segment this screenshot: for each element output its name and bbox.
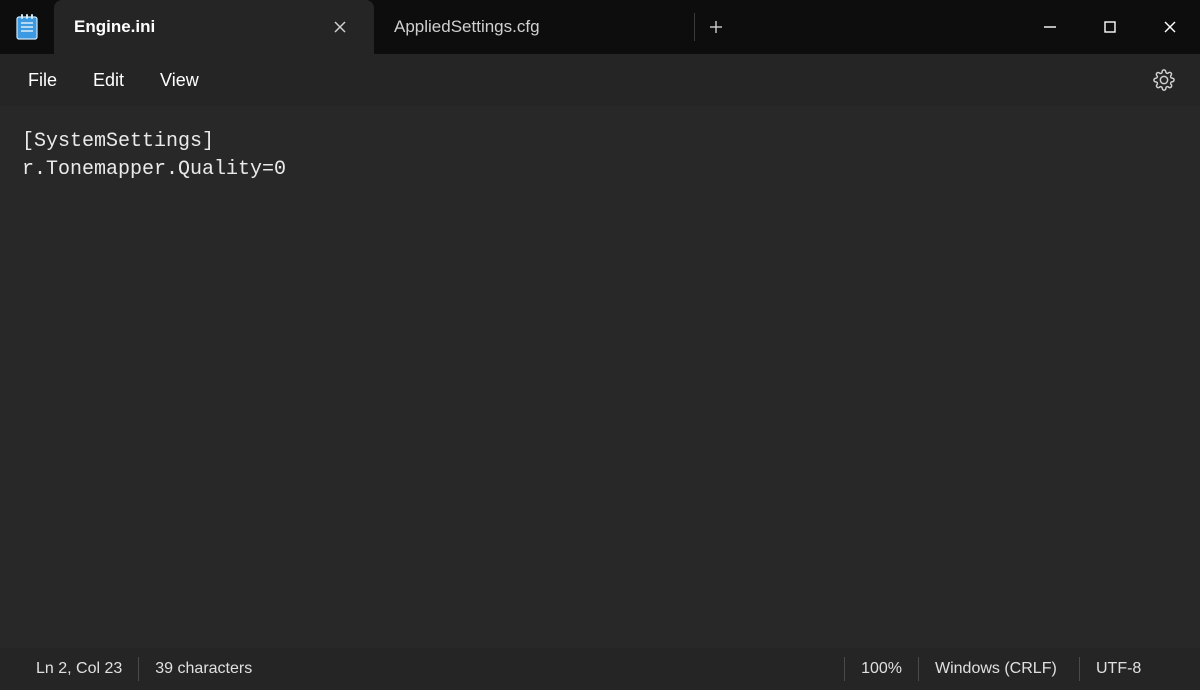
tab-title: Engine.ini [74, 17, 318, 37]
close-icon [333, 20, 347, 34]
maximize-button[interactable] [1080, 0, 1140, 54]
statusbar: Ln 2, Col 23 39 characters 100% Windows … [0, 648, 1200, 690]
gear-icon [1153, 69, 1175, 91]
status-cursor-position[interactable]: Ln 2, Col 23 [20, 657, 138, 681]
menu-edit[interactable]: Edit [75, 62, 142, 99]
new-tab-button[interactable] [695, 0, 737, 54]
settings-button[interactable] [1144, 60, 1184, 100]
app-icon [0, 0, 54, 54]
status-char-count: 39 characters [139, 657, 268, 681]
status-encoding[interactable]: UTF-8 [1080, 657, 1180, 681]
menu-view[interactable]: View [142, 62, 217, 99]
minimize-button[interactable] [1020, 0, 1080, 54]
plus-icon [708, 19, 724, 35]
close-window-button[interactable] [1140, 0, 1200, 54]
tab-inactive[interactable]: AppliedSettings.cfg [374, 0, 694, 54]
tab-active[interactable]: Engine.ini [54, 0, 374, 54]
maximize-icon [1103, 20, 1117, 34]
menubar: File Edit View [0, 54, 1200, 106]
menu-file[interactable]: File [10, 62, 75, 99]
status-zoom[interactable]: 100% [845, 657, 918, 681]
close-tab-button[interactable] [326, 13, 354, 41]
minimize-icon [1043, 20, 1057, 34]
notepad-icon [15, 13, 39, 41]
text-editor[interactable]: [SystemSettings] r.Tonemapper.Quality=0 [0, 106, 1200, 648]
tab-strip: Engine.ini AppliedSettings.cfg [54, 0, 1020, 54]
close-icon [1163, 20, 1177, 34]
tab-title: AppliedSettings.cfg [394, 17, 674, 37]
window-controls [1020, 0, 1200, 54]
status-line-ending[interactable]: Windows (CRLF) [919, 657, 1079, 681]
titlebar: Engine.ini AppliedSettings.cfg [0, 0, 1200, 54]
